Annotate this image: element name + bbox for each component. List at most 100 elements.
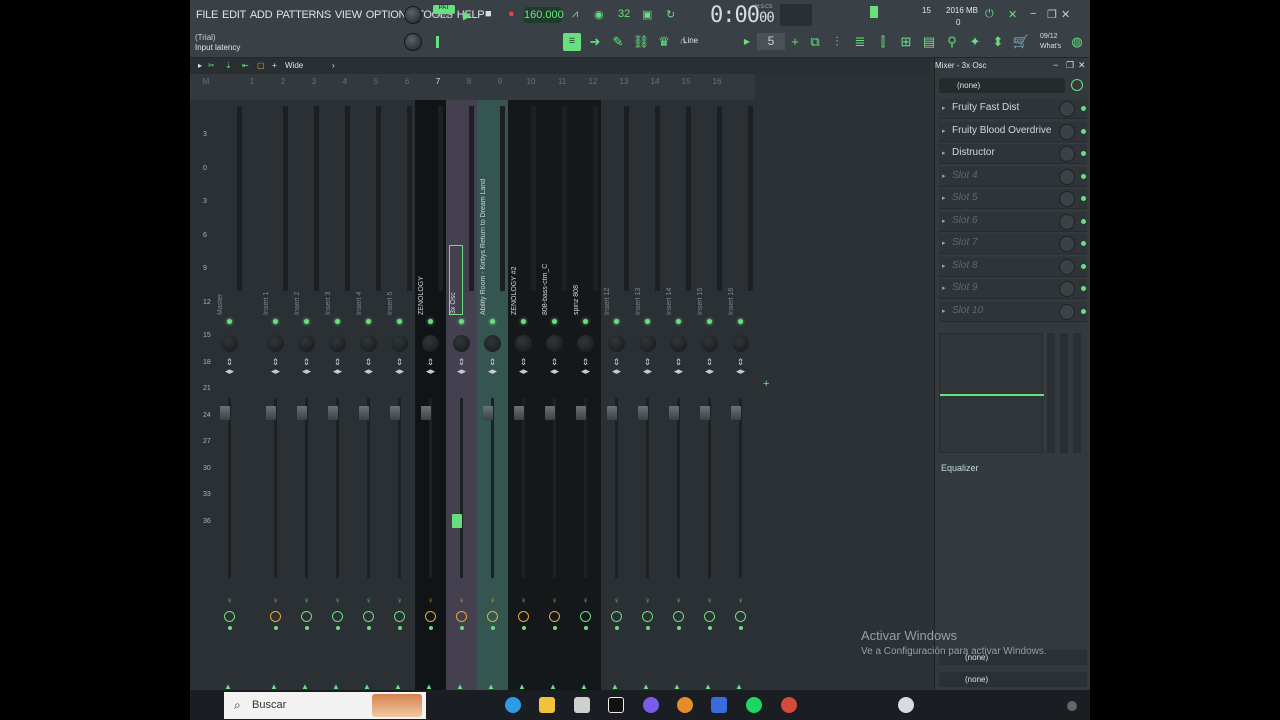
mixer-strip[interactable]: Insert 15 ⇕ ◂▸ ♀ ▲ xyxy=(694,100,725,690)
project-icon[interactable]: ▤ xyxy=(920,33,938,51)
send-arrow-icon[interactable]: ▲ xyxy=(580,682,588,690)
pencil-icon[interactable]: ✎ xyxy=(609,33,627,51)
pan-knob[interactable] xyxy=(329,335,346,352)
enable-led[interactable] xyxy=(645,319,650,324)
pan-knob[interactable] xyxy=(484,335,501,352)
route-dot[interactable] xyxy=(615,626,619,630)
tools-icon[interactable]: ✕ xyxy=(1008,8,1017,21)
view-arrow-icon[interactable]: › xyxy=(332,61,335,70)
send-arrow-icon[interactable]: ▲ xyxy=(425,682,433,690)
volume-fader[interactable] xyxy=(359,406,369,420)
route-dot[interactable] xyxy=(398,626,402,630)
volume-fader[interactable] xyxy=(731,406,741,420)
stereo-separation-icon[interactable]: ⇕ ◂▸ xyxy=(732,358,749,376)
fl-studio-taskbar-icon[interactable] xyxy=(677,697,693,713)
restore-icon[interactable]: ❐ xyxy=(1047,8,1057,21)
pan-knob[interactable] xyxy=(546,335,563,352)
volume-fader[interactable] xyxy=(297,406,307,420)
layout-icon[interactable]: ▢ xyxy=(257,61,265,70)
play-small-icon[interactable]: ▶ xyxy=(738,33,756,51)
volume-fader[interactable] xyxy=(700,406,710,420)
pan-knob[interactable] xyxy=(577,335,594,352)
mixer-strip[interactable]: Insert 5 ⇕ ◂▸ ♀ ▲ xyxy=(384,100,415,690)
pan-knob[interactable] xyxy=(360,335,377,352)
channel-rack-icon[interactable]: ≣ xyxy=(851,33,869,51)
send-arrow-icon[interactable]: ▲ xyxy=(224,682,232,690)
fx-slot[interactable]: ▸ Fruity Fast Dist xyxy=(939,99,1087,119)
slot-enable-led[interactable] xyxy=(1081,263,1086,269)
enable-led[interactable] xyxy=(707,319,712,324)
taskbar-search-box[interactable]: ⌕ Buscar xyxy=(224,692,426,719)
mute-icon[interactable]: ♀ xyxy=(302,596,311,605)
stereo-separation-icon[interactable]: ⇕ ◂▸ xyxy=(577,358,594,376)
snap-selector[interactable]: Line xyxy=(683,36,698,45)
pan-knob[interactable] xyxy=(670,335,687,352)
enable-led[interactable] xyxy=(738,319,743,324)
pan-knob[interactable] xyxy=(515,335,532,352)
mixer-icon[interactable]: ⫿ xyxy=(874,33,892,51)
enable-led[interactable] xyxy=(459,319,464,324)
discord-icon[interactable] xyxy=(643,697,659,713)
route-dot[interactable] xyxy=(553,626,557,630)
pattern-view-icon[interactable]: ☰ xyxy=(563,33,581,51)
stereo-separation-icon[interactable]: ⇕ ◂▸ xyxy=(329,358,346,376)
slot-expand-icon[interactable]: ▸ xyxy=(942,149,946,157)
route-dot[interactable] xyxy=(429,626,433,630)
stereo-separation-icon[interactable]: ⇕ ◂▸ xyxy=(298,358,315,376)
slot-mix-knob[interactable] xyxy=(1059,146,1075,162)
slot-expand-icon[interactable]: ▸ xyxy=(942,307,946,315)
panel-restore-icon[interactable]: ❐ xyxy=(1066,60,1074,71)
enable-led[interactable] xyxy=(335,319,340,324)
record-arm-icon[interactable] xyxy=(580,611,591,622)
slot-mix-knob[interactable] xyxy=(1059,303,1075,320)
send-arrow-icon[interactable]: ▲ xyxy=(549,682,557,690)
mute-icon[interactable]: ♀ xyxy=(333,596,342,605)
slot-mix-knob[interactable] xyxy=(1059,236,1075,252)
stereo-separation-icon[interactable]: ⇕ ◂▸ xyxy=(391,358,408,376)
fx-slot[interactable]: ▸ Slot 5 xyxy=(939,189,1087,209)
record-arm-icon[interactable] xyxy=(456,611,467,622)
mute-icon[interactable]: ♀ xyxy=(643,596,652,605)
fx-slot[interactable]: ▸ Distructor xyxy=(939,144,1087,164)
stereo-separation-icon[interactable]: ⇕ ◂▸ xyxy=(546,358,563,376)
slot-expand-icon[interactable]: ▸ xyxy=(942,217,946,225)
plus-icon[interactable]: + xyxy=(786,33,804,51)
menu-add[interactable]: ADD xyxy=(250,9,273,21)
record-arm-icon[interactable] xyxy=(642,611,653,622)
slot-mix-knob[interactable] xyxy=(1059,191,1075,207)
enable-led[interactable] xyxy=(521,319,526,324)
fx-icon[interactable]: ⬍ xyxy=(989,33,1007,51)
route-dot[interactable] xyxy=(460,626,464,630)
enable-led[interactable] xyxy=(227,319,232,324)
panic-icon[interactable]: ⏻ xyxy=(985,8,994,21)
slot-mix-knob[interactable] xyxy=(1059,281,1075,297)
enable-led[interactable] xyxy=(614,319,619,324)
slot-enable-led[interactable] xyxy=(1081,308,1086,314)
plugin-icon[interactable]: ⚲ xyxy=(943,33,961,51)
slot-mix-knob[interactable] xyxy=(1059,258,1075,275)
mixer-strip[interactable]: Insert 4 ⇕ ◂▸ ♀ ▲ xyxy=(353,100,384,690)
pan-knob[interactable] xyxy=(701,335,718,352)
record-arm-icon[interactable] xyxy=(518,611,529,622)
enable-led[interactable] xyxy=(428,319,433,324)
pan-knob[interactable] xyxy=(267,335,284,352)
enable-led[interactable] xyxy=(304,319,309,324)
slot-enable-led[interactable] xyxy=(1081,196,1086,201)
add-icon[interactable]: + xyxy=(272,61,277,70)
play-icon[interactable]: ▶ xyxy=(463,9,471,22)
minimize-icon[interactable]: − xyxy=(1030,8,1036,20)
route-dot[interactable] xyxy=(274,626,278,630)
edge-icon[interactable] xyxy=(505,697,521,713)
metronome-icon[interactable]: ⩘ xyxy=(572,8,578,21)
eq-fader-low[interactable] xyxy=(1047,333,1055,453)
stereo-separation-icon[interactable]: ⇕ ◂▸ xyxy=(670,358,687,376)
mixer-strip[interactable]: 808-bass-ctm_C ⇕ ◂▸ ♀ ▲ xyxy=(539,100,570,690)
chrome-icon[interactable] xyxy=(781,697,797,713)
spotify-icon[interactable] xyxy=(746,697,762,713)
mute-icon[interactable]: ♀ xyxy=(736,596,745,605)
slot-expand-icon[interactable]: ▸ xyxy=(942,262,946,270)
latency-clock-icon[interactable] xyxy=(1071,79,1083,91)
panel-minimize-icon[interactable]: − xyxy=(1053,60,1058,70)
fx-slot[interactable]: ▸ Slot 6 xyxy=(939,211,1087,232)
mute-icon[interactable]: ♀ xyxy=(457,596,466,605)
